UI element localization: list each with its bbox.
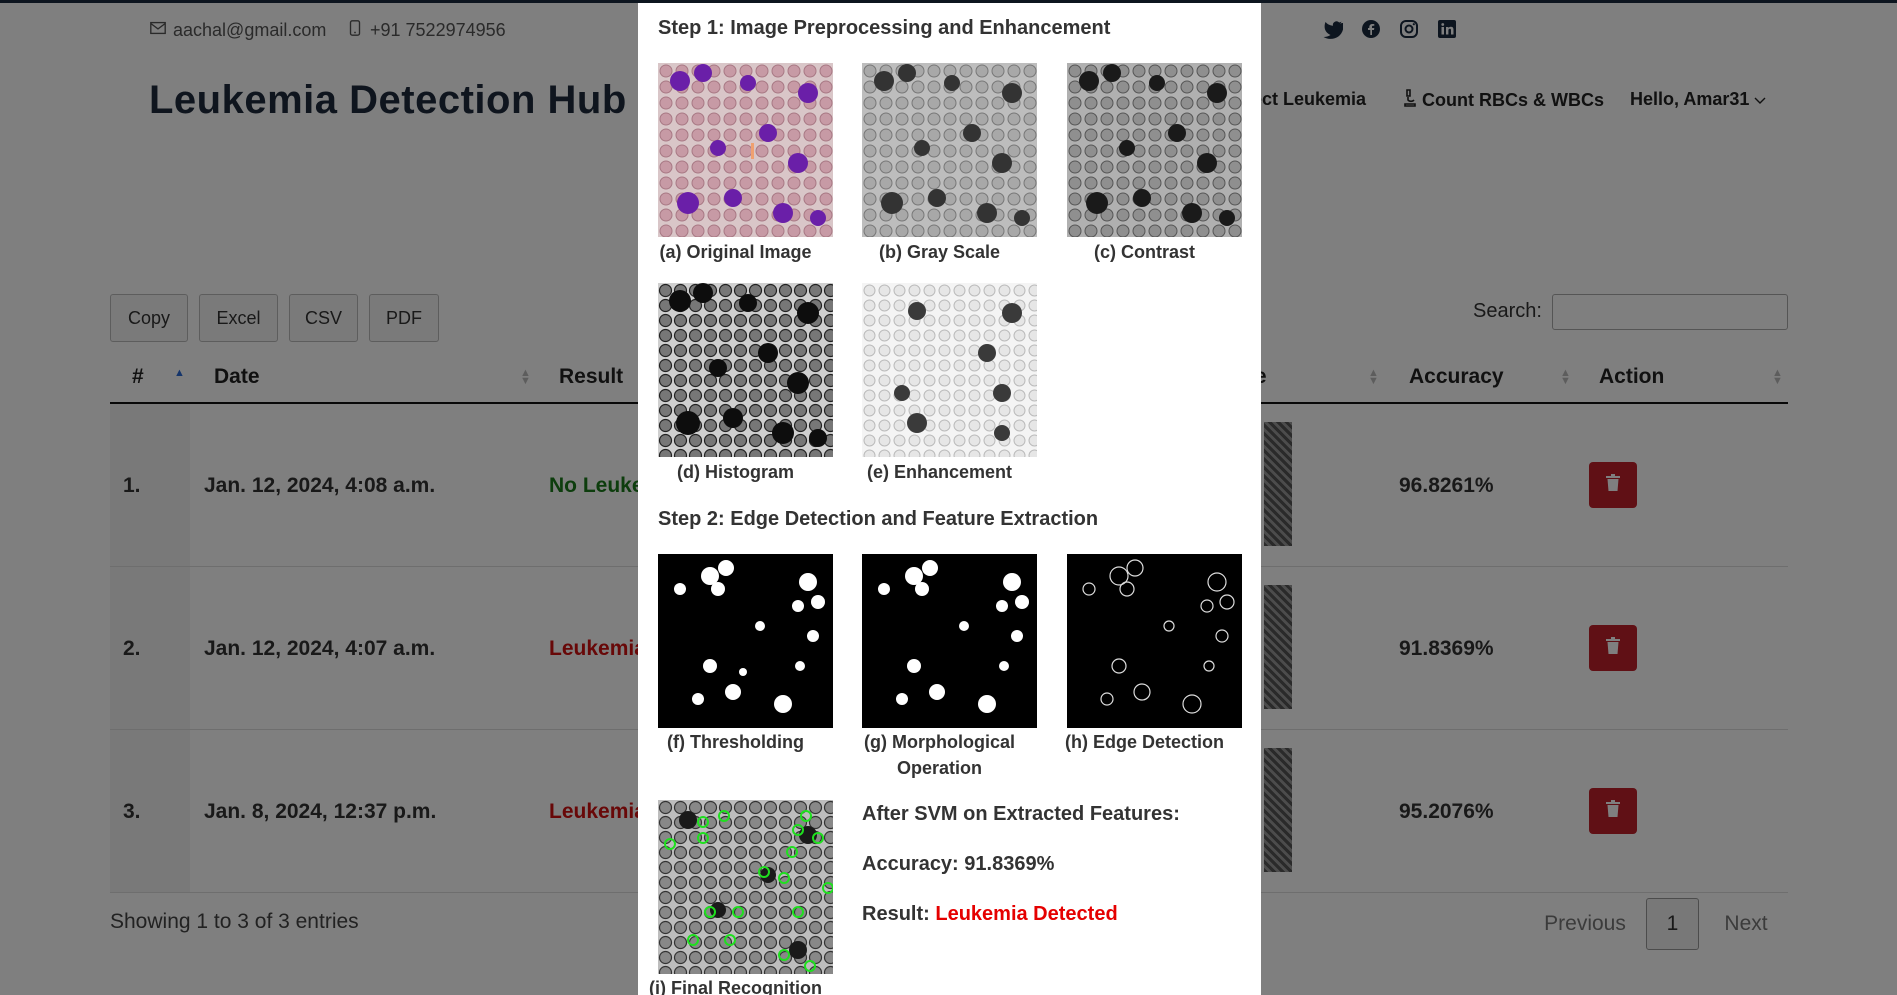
edge-detection-image bbox=[1067, 554, 1242, 728]
step1-title: Step 1: Image Preprocessing and Enhancem… bbox=[658, 17, 1111, 39]
step2-title: Step 2: Edge Detection and Feature Extra… bbox=[658, 508, 1099, 530]
caption-enhancement: (e) Enhancement bbox=[866, 462, 1013, 482]
caption-histogram: (d) Histogram bbox=[677, 462, 794, 482]
caption-morphological: (g) Morphological Operation bbox=[864, 732, 1015, 778]
caption-edge-detection: (h) Edge Detection bbox=[1064, 732, 1224, 752]
contrast-image bbox=[1067, 63, 1242, 237]
thresholding-image bbox=[658, 554, 833, 728]
caption-grayscale: (b) Gray Scale bbox=[878, 242, 1001, 262]
original-image bbox=[658, 63, 833, 237]
result-value: Leukemia Detected bbox=[935, 903, 1118, 925]
svm-result: Result: Leukemia Detected bbox=[862, 903, 1118, 926]
result-label: Result: bbox=[862, 903, 930, 925]
accuracy-value: 91.8369% bbox=[964, 853, 1055, 875]
caption-contrast: (c) Contrast bbox=[1093, 242, 1195, 262]
enhancement-image bbox=[862, 283, 1037, 457]
caption-original: (a) Original Image bbox=[659, 242, 812, 262]
caption-thresholding: (f) Thresholding bbox=[667, 732, 804, 752]
accuracy-label: Accuracy: bbox=[862, 853, 959, 875]
grayscale-image bbox=[862, 63, 1037, 237]
histogram-image bbox=[658, 283, 833, 457]
svm-accuracy: Accuracy: 91.8369% bbox=[862, 853, 1054, 876]
morphological-image bbox=[862, 554, 1037, 728]
caption-final-recognition: (i) Final Recognition bbox=[649, 978, 822, 995]
analysis-modal: Step 1: Image Preprocessing and Enhancem… bbox=[638, 3, 1261, 995]
svm-heading: After SVM on Extracted Features: bbox=[862, 803, 1180, 825]
final-recognition-image bbox=[658, 800, 833, 974]
